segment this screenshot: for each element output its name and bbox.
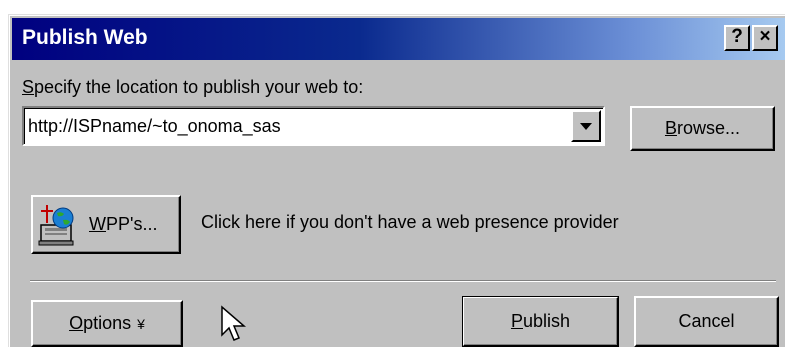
publish-button[interactable]: Publish [462,296,619,347]
options-button[interactable]: Options ¥ [31,300,183,347]
options-label: ptions [83,313,132,333]
options-expand-icon: ¥ [137,316,145,332]
browse-button[interactable]: Browse... [630,106,775,151]
location-label: Specify the location to publish your web… [22,77,363,98]
mouse-pointer-icon [221,305,247,341]
combo-dropdown-arrow-icon[interactable] [571,110,601,142]
location-url-input[interactable] [28,111,568,141]
separator-line [30,280,776,282]
location-label-mnemonic: S [22,77,35,97]
options-mnemonic: O [69,313,84,333]
browse-label: rowse... [676,118,741,138]
location-label-text: pecify the location to publish your web … [34,77,364,97]
publish-label: ublish [522,311,571,331]
globe-computer-icon [38,205,74,246]
cancel-button[interactable]: Cancel [634,296,779,347]
help-button[interactable]: ? [724,25,750,51]
window-title: Publish Web [22,26,148,49]
wpp-button[interactable]: WPP's... [31,195,181,254]
publish-web-dialog: Publish Web ? × Specify the location to … [8,14,785,347]
browse-mnemonic: B [664,118,677,138]
location-combobox[interactable] [22,106,605,146]
cancel-label: Cancel [678,311,735,331]
title-bar[interactable]: Publish Web ? × [12,18,785,60]
close-button[interactable]: × [752,25,778,51]
wpp-mnemonic: W [89,214,106,234]
wpp-label: PP's... [106,214,158,234]
publish-mnemonic: P [510,311,523,331]
wpp-info-text: Click here if you don't have a web prese… [201,212,619,232]
